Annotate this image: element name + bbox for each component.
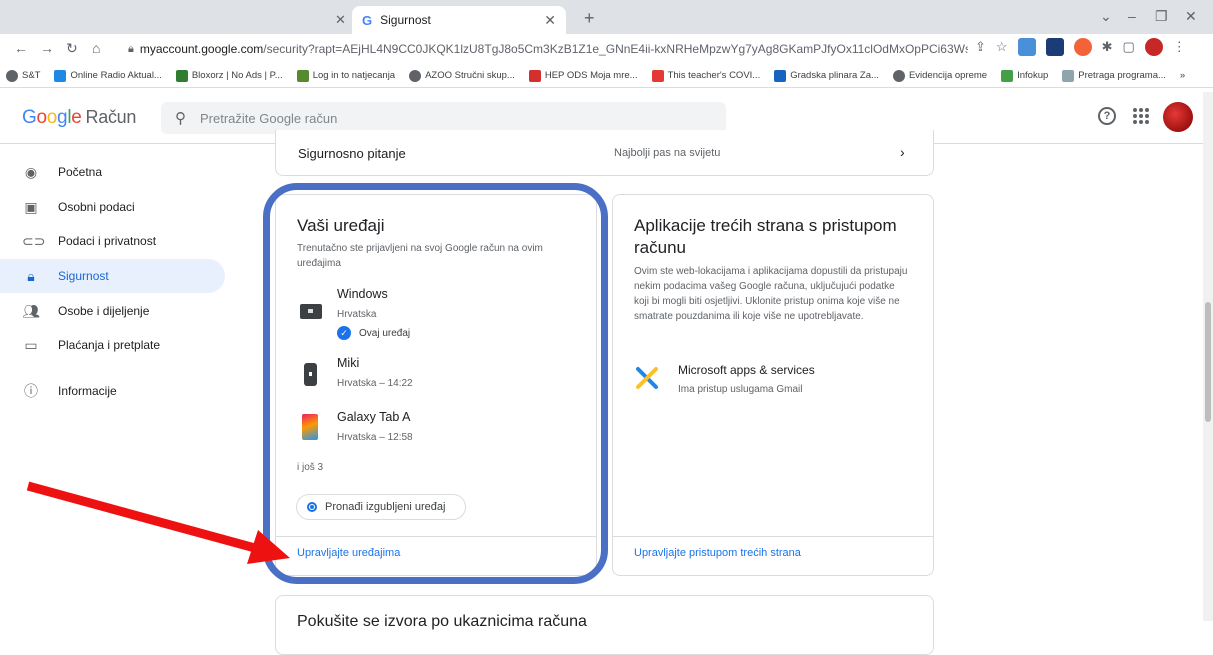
globe-icon xyxy=(6,69,18,82)
tab-sigurnost[interactable]: G Sigurnost ✕ xyxy=(352,6,566,34)
page-scrollbar[interactable] xyxy=(1203,92,1213,621)
next-card-title: Pokušite se izvora po ukaznicima računa xyxy=(297,613,587,630)
highlight-outline xyxy=(263,183,608,584)
bookmark[interactable]: AZOO Stručni skup... xyxy=(409,69,515,82)
bookmark[interactable]: Log in to natjecanja xyxy=(296,69,395,82)
document-icon xyxy=(1062,69,1075,82)
sidebar-item-placanja[interactable]: ▭ Plaćanja i pretplate xyxy=(0,328,225,362)
third-party-title: Aplikacije trećih strana s pristupom rač… xyxy=(634,216,897,257)
globe-icon xyxy=(409,69,422,82)
logo-racun: Račun xyxy=(85,107,137,127)
bookmark-star-icon[interactable]: ☆ xyxy=(996,39,1008,55)
bookmark[interactable]: Pretraga programa... xyxy=(1062,69,1166,82)
bookmark[interactable]: Infokup xyxy=(1001,69,1048,82)
avatar[interactable] xyxy=(1163,102,1193,132)
extension-icon[interactable] xyxy=(1045,38,1064,56)
home-icon: ◉ xyxy=(24,163,38,180)
minimize-icon[interactable]: – xyxy=(1128,8,1136,24)
third-party-app-access: Ima pristup uslugama Gmail xyxy=(678,384,803,395)
forward-icon[interactable]: → xyxy=(40,40,54,56)
tab-strip xyxy=(0,0,1213,34)
back-icon[interactable]: ← xyxy=(14,40,28,56)
tab-search-icon[interactable]: ⌄ xyxy=(1100,8,1112,25)
sidebar-item-podaci-privatnost[interactable]: ⊂⊃ Podaci i privatnost xyxy=(0,224,225,258)
youtube-icon xyxy=(651,69,664,82)
close-previous-tab-icon[interactable]: ✕ xyxy=(335,12,346,28)
address-bar[interactable]: 🔒︎ myaccount.google.com/security?rapt=AE… xyxy=(118,37,968,61)
bloxorz-icon xyxy=(175,69,188,82)
sidebar-item-sigurnost[interactable]: 🔒︎ Sigurnost xyxy=(0,259,225,293)
side-panel-icon[interactable]: ▢ xyxy=(1122,39,1134,55)
close-tab-icon[interactable]: ✕ xyxy=(544,12,556,29)
sidebar-item-pocetna[interactable]: ◉ Početna xyxy=(0,155,225,189)
maximize-icon[interactable]: ❐ xyxy=(1155,8,1168,25)
profile-avatar-icon[interactable] xyxy=(1144,38,1163,56)
security-question-label: Sigurnosno pitanje xyxy=(298,146,406,161)
more-bookmarks-icon[interactable]: » xyxy=(1180,70,1185,81)
share-icon[interactable]: ⇪ xyxy=(975,39,986,55)
close-window-icon[interactable]: ✕ xyxy=(1185,8,1197,25)
info-icon: ⓘ xyxy=(24,383,38,399)
bookmark[interactable]: Evidencija opreme xyxy=(892,69,987,82)
google-wordmark: Google xyxy=(22,107,82,128)
infokup-icon xyxy=(1001,69,1014,82)
google-favicon-icon: G xyxy=(362,12,373,28)
reload-icon[interactable]: ↻ xyxy=(66,40,78,57)
natjecanja-icon xyxy=(296,69,309,82)
toggle-icon: ⊂⊃ xyxy=(22,232,46,249)
url-path: /security?rapt=AEjHL4N9CC0JKQK1lzU8TgJ8o… xyxy=(263,42,968,56)
microsoft-apps-icon xyxy=(634,364,660,390)
sidebar-item-informacije[interactable]: ⓘ Informacije xyxy=(0,374,225,408)
google-account-logo[interactable]: Google Račun xyxy=(22,107,136,129)
plinara-icon xyxy=(774,69,787,82)
bookmark[interactable]: HEP ODS Moja mre... xyxy=(528,69,638,82)
radio-icon xyxy=(54,69,67,82)
url-host: myaccount.google.com xyxy=(139,42,264,56)
bookmark[interactable]: Bloxorz | No Ads | P... xyxy=(175,69,283,82)
tab-title: Sigurnost xyxy=(380,13,431,27)
extension-icon[interactable] xyxy=(1073,38,1092,56)
bookmark[interactable]: This teacher's COVI... xyxy=(651,69,760,82)
third-party-app-name[interactable]: Microsoft apps & services xyxy=(678,363,815,377)
bookmark[interactable]: Online Radio Aktual... xyxy=(54,69,162,82)
new-tab-icon[interactable]: + xyxy=(584,8,595,29)
lock-icon: 🔒︎ xyxy=(128,42,134,55)
extension-icon[interactable] xyxy=(1017,38,1036,56)
help-icon[interactable]: ? xyxy=(1098,107,1116,125)
sidebar-item-osobe-dijeljenje[interactable]: 👥︎ Osobe i dijeljenje xyxy=(0,294,225,328)
bookmark[interactable]: S&T xyxy=(6,69,40,82)
security-question-value: Najbolji pas na svijetu xyxy=(614,147,721,159)
bookmark[interactable]: Gradska plinara Za... xyxy=(774,69,879,82)
globe-icon xyxy=(892,69,905,82)
third-party-description: Ovim ste web-lokacijama i aplikacijama d… xyxy=(634,266,908,322)
extensions-puzzle-icon[interactable]: ✱ xyxy=(1102,39,1113,55)
search-placeholder: Pretražite Google račun xyxy=(200,110,338,126)
scrollbar-thumb[interactable] xyxy=(1205,302,1211,422)
toolbar-icons: ⇪ ☆ ✱ ▢ ⋮ xyxy=(975,38,1186,56)
card-icon: ▭ xyxy=(24,336,38,353)
lock-icon: 🔒︎ xyxy=(27,267,35,284)
manage-third-party-link[interactable]: Upravljajte pristupom trećih strana xyxy=(634,547,801,559)
hep-icon xyxy=(528,69,541,82)
id-card-icon: ▣ xyxy=(24,198,38,215)
bookmarks-bar: S&T Online Radio Aktual... Bloxorz | No … xyxy=(0,64,1213,88)
red-arrow-annotation xyxy=(26,481,290,564)
people-icon: 👥︎ xyxy=(22,302,40,319)
search-icon: ⚲ xyxy=(175,110,186,127)
home-icon[interactable]: ⌂ xyxy=(92,40,100,56)
chevron-right-icon[interactable]: › xyxy=(900,144,905,160)
menu-kebab-icon[interactable]: ⋮ xyxy=(1173,39,1186,55)
google-apps-icon[interactable] xyxy=(1133,108,1149,124)
sidebar-item-osobni-podaci[interactable]: ▣ Osobni podaci xyxy=(0,190,225,224)
divider xyxy=(613,536,933,537)
